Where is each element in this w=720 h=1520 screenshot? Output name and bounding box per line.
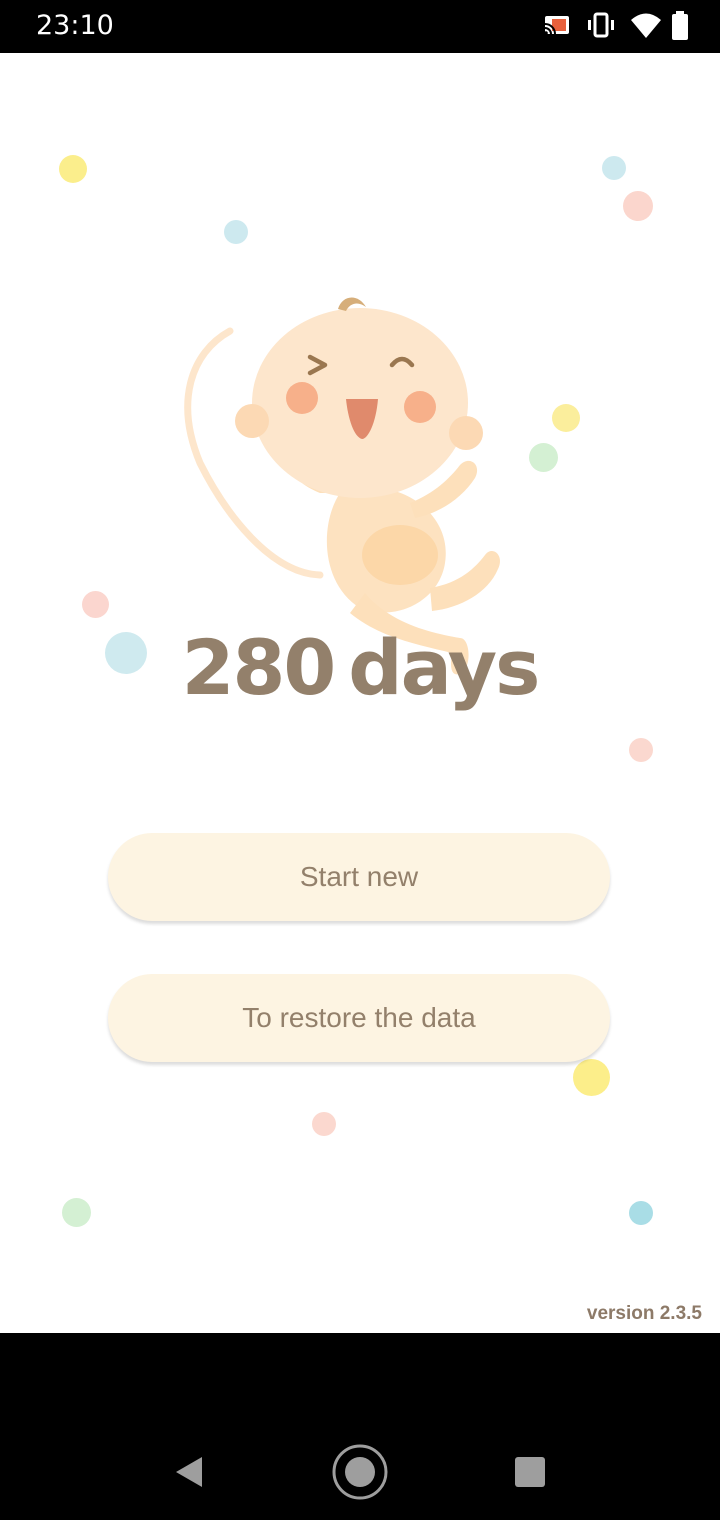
cast-icon: [544, 16, 569, 35]
confetti-dot: [59, 155, 87, 183]
confetti-dot: [629, 1201, 653, 1225]
back-icon[interactable]: [172, 1455, 206, 1489]
confetti-dot: [552, 404, 580, 432]
vibrate-icon: [588, 12, 614, 38]
confetti-dot: [82, 591, 109, 618]
confetti-dot: [529, 443, 558, 472]
confetti-dot: [62, 1198, 91, 1227]
navigation-bar: [0, 1333, 720, 1520]
start-new-button[interactable]: Start new: [108, 833, 610, 921]
app-logo: 280 days: [0, 623, 720, 713]
wifi-icon: [631, 13, 661, 38]
recents-icon[interactable]: [514, 1456, 546, 1488]
confetti-dot: [629, 738, 653, 762]
confetti-dot: [312, 1112, 336, 1136]
home-icon[interactable]: [331, 1443, 389, 1501]
confetti-dot: [623, 191, 653, 221]
restore-data-button[interactable]: To restore the data: [108, 974, 610, 1062]
logo-number: 280: [181, 623, 337, 712]
logo-word: days: [348, 623, 540, 712]
confetti-dot: [573, 1059, 610, 1096]
confetti-dot: [602, 156, 626, 180]
battery-icon: [672, 11, 688, 40]
confetti-dot: [224, 220, 248, 244]
version-label: version 2.3.5: [586, 1303, 702, 1324]
status-clock: 23:10: [36, 10, 114, 41]
status-bar: 23:10: [0, 0, 720, 53]
welcome-screen: 280 days Start new To restore the data ve…: [0, 53, 720, 1333]
